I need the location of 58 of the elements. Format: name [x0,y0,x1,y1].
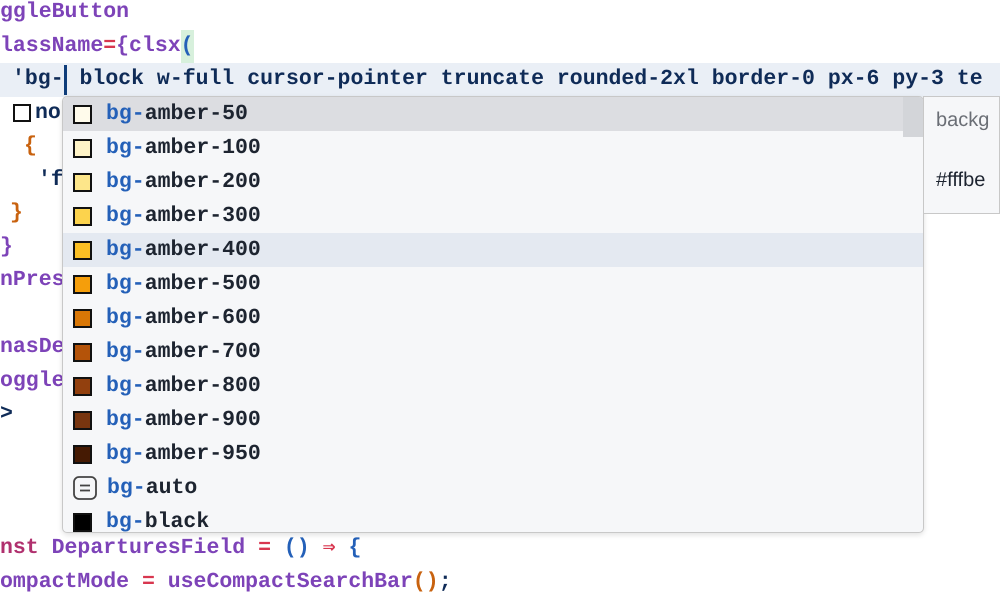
code-token: () [412,568,439,596]
value-icon [73,476,97,500]
code-token: } [10,200,23,227]
completion-label: bg-amber-100 [106,134,261,162]
completion-item[interactable]: bg-amber-700 [63,335,923,369]
code-token: { [24,133,37,160]
completion-label: bg-amber-200 [106,168,261,196]
completion-label: bg-amber-600 [106,304,261,332]
completion-item[interactable]: bg-amber-100 [63,131,923,165]
code-token: lassName [0,32,104,60]
completion-item[interactable]: bg-amber-600 [63,301,923,335]
code-token: 'bg- [12,66,64,93]
code-token: { [348,535,362,562]
completion-label: bg-amber-400 [106,236,261,264]
code-token: nst [0,535,39,562]
code-token: ; [438,568,452,596]
completion-label: bg-amber-500 [106,270,261,298]
completion-label: bg-amber-300 [106,202,261,230]
completion-item[interactable]: bg-amber-950 [63,437,923,471]
checkbox-icon [13,104,31,122]
completion-item[interactable]: bg-amber-200 [63,165,923,199]
completion-label: bg-amber-50 [106,100,248,128]
completion-label: bg-amber-900 [106,406,261,434]
code-token: } [0,234,13,260]
doc-title: backg [936,108,990,133]
code-token: useCompactSearchBar [166,568,413,596]
completion-item[interactable]: bg-black [63,505,923,532]
code-token: no [35,100,61,126]
code-token: {clsx [116,32,181,60]
code-token: ( [180,30,194,63]
completion-label: bg-auto [107,474,198,502]
scrollbar-thumb[interactable] [903,97,923,137]
code-token: nPres [0,267,65,294]
completion-label: bg-amber-800 [106,372,261,400]
code-token: DeparturesField [50,535,246,562]
code-token: block w-full cursor-pointer truncate rounded-2xl border-0 px-6 py-3 te [78,66,983,93]
doc-value: #fffbe [936,168,986,193]
completion-item[interactable]: bg-amber-400 [63,233,923,267]
code-token: ggleButton [0,0,130,26]
code-token: 'f [38,166,64,194]
completion-item[interactable]: bg-amber-800 [63,369,923,403]
text-cursor [64,64,67,95]
completion-label: bg-black [106,508,210,532]
code-token: > [0,401,13,428]
code-token: oggle [0,368,65,394]
completion-label: bg-amber-950 [106,440,261,468]
completion-item[interactable]: bg-amber-300 [63,199,923,233]
completion-item[interactable]: bg-amber-900 [63,403,923,437]
code-token: nasDe [0,334,65,361]
code-token: = [142,568,155,596]
code-token: ⇒ [322,535,337,562]
code-token: () [282,535,310,562]
code-token: = [103,32,116,60]
completion-item[interactable]: bg-amber-500 [63,267,923,301]
code-token: ompactMode [0,568,130,596]
completion-item[interactable]: bg-auto [63,471,923,505]
completion-label: bg-amber-700 [106,338,261,366]
code-token: = [258,535,271,562]
